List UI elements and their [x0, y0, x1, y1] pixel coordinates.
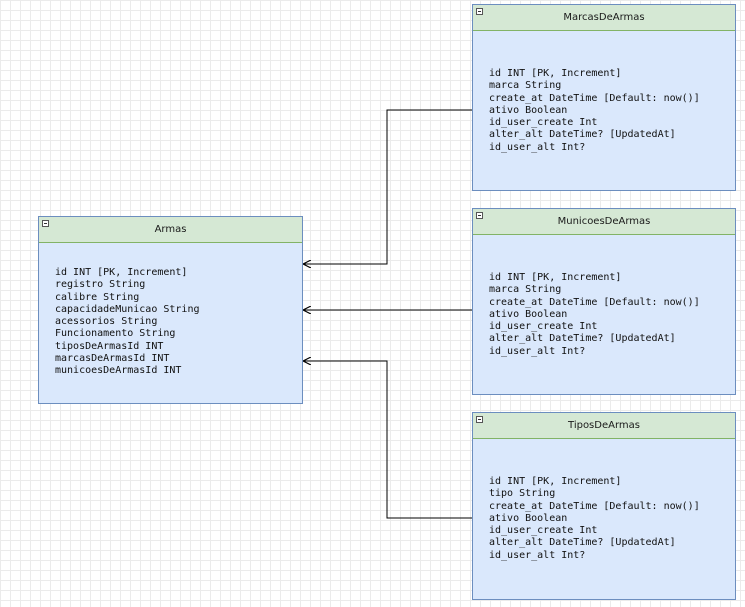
- field-row: id INT [PK, Increment]: [489, 272, 622, 283]
- field-row: capacidadeMunicao String: [55, 303, 200, 315]
- field-row: id_user_alt Int?: [489, 549, 586, 561]
- field-row: marcasDeArmasId INT: [55, 353, 170, 365]
- collapse-icon[interactable]: [42, 220, 49, 227]
- collapse-icon[interactable]: [476, 212, 483, 219]
- field-list: id INT [PK, Increment] registro String c…: [39, 267, 200, 378]
- connector-tipos-to-armas[interactable]: [303, 361, 473, 519]
- field-row: acessorios String: [55, 316, 158, 328]
- field-row: marca String: [489, 284, 562, 296]
- field-row: municoesDeArmasId INT: [55, 365, 182, 377]
- entity-title: MunicoesDeArmas: [557, 216, 651, 227]
- entity-header[interactable]: TiposDeArmas: [473, 413, 735, 439]
- field-row: registro String: [55, 279, 146, 291]
- field-row: calibre String: [55, 291, 140, 303]
- field-row: ativo Boolean: [489, 308, 568, 320]
- field-row: id_user_alt Int?: [489, 141, 586, 153]
- field-row: Funcionamento String: [55, 328, 176, 340]
- entity-header[interactable]: MarcasDeArmas: [473, 5, 735, 31]
- field-row: id INT [PK, Increment]: [55, 267, 188, 278]
- field-list: id INT [PK, Increment] marca String crea…: [473, 68, 700, 154]
- field-row: create_at DateTime [Default: now()]: [489, 500, 700, 512]
- field-list: id INT [PK, Increment] tipo String creat…: [473, 476, 700, 562]
- entity-header[interactable]: Armas: [39, 217, 302, 243]
- entity-title: MarcasDeArmas: [563, 12, 645, 23]
- entity-title: Armas: [154, 224, 187, 235]
- entity-armas[interactable]: Armas id INT [PK, Increment] registro St…: [38, 216, 303, 404]
- field-row: create_at DateTime [Default: now()]: [489, 92, 700, 104]
- field-row: id INT [PK, Increment]: [489, 476, 622, 487]
- field-list: id INT [PK, Increment] marca String crea…: [473, 272, 700, 358]
- field-row: id_user_alt Int?: [489, 345, 586, 357]
- field-row: alter_alt DateTime? [UpdatedAt]: [489, 333, 676, 345]
- entity-municoes-de-armas[interactable]: MunicoesDeArmas id INT [PK, Increment] m…: [472, 208, 736, 395]
- field-row: id_user_create Int: [489, 117, 598, 129]
- field-row: ativo Boolean: [489, 104, 568, 116]
- collapse-icon[interactable]: [476, 8, 483, 15]
- collapse-icon[interactable]: [476, 416, 483, 423]
- field-row: ativo Boolean: [489, 512, 568, 524]
- field-row: alter_alt DateTime? [UpdatedAt]: [489, 129, 676, 141]
- field-row: marca String: [489, 80, 562, 92]
- entity-marcas-de-armas[interactable]: MarcasDeArmas id INT [PK, Increment] mar…: [472, 4, 736, 191]
- field-row: alter_alt DateTime? [UpdatedAt]: [489, 537, 676, 549]
- field-row: tiposDeArmasId INT: [55, 340, 164, 352]
- field-row: create_at DateTime [Default: now()]: [489, 296, 700, 308]
- field-row: tipo String: [489, 488, 556, 500]
- entity-header[interactable]: MunicoesDeArmas: [473, 209, 735, 235]
- field-row: id_user_create Int: [489, 525, 598, 537]
- field-row: id INT [PK, Increment]: [489, 68, 622, 79]
- entity-title: TiposDeArmas: [568, 420, 640, 431]
- connector-marcas-to-armas[interactable]: [303, 109, 473, 264]
- entity-tipos-de-armas[interactable]: TiposDeArmas id INT [PK, Increment] tipo…: [472, 412, 736, 600]
- field-row: id_user_create Int: [489, 321, 598, 333]
